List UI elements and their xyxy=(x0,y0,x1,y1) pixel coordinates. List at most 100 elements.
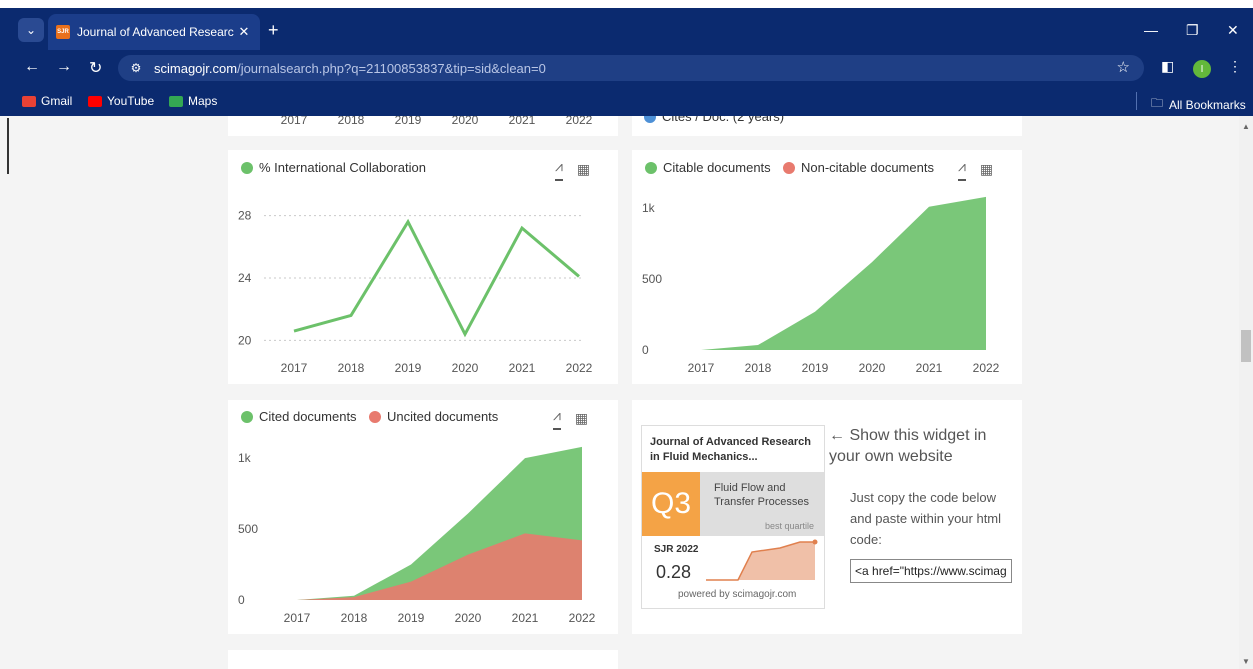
scimago-favicon-icon: SJR xyxy=(56,25,70,39)
powered-by[interactable]: powered by scimagojr.com xyxy=(678,589,796,600)
bookmark-maps[interactable]: Maps xyxy=(169,94,217,108)
x-tick-label: 2019 xyxy=(802,361,829,375)
browser-tab[interactable]: SJR Journal of Advanced Research i ✕ xyxy=(48,14,260,50)
widget-category-box: Fluid Flow and Transfer Processes best q… xyxy=(700,472,824,536)
tab-bar: ⌄ SJR Journal of Advanced Research i ✕ +… xyxy=(0,8,1253,50)
sjr-label: SJR 2022 xyxy=(654,544,699,555)
site-info-icon[interactable]: ⚙ xyxy=(124,61,148,75)
bookmark-label: YouTube xyxy=(107,94,155,108)
new-tab-button[interactable]: + xyxy=(268,20,279,41)
x-tick-label: 2019 xyxy=(395,361,422,375)
cited-docs-chart: 0 500 1k 2017 2018 2019 2020 2021 2022 xyxy=(238,446,596,625)
series-area-citable-documents xyxy=(701,196,986,350)
back-icon[interactable]: ← xyxy=(24,58,40,76)
citable-docs-chart: 0 500 1k 2017 2018 2019 2020 2021 2022 xyxy=(642,196,1000,375)
page-content xyxy=(0,116,1239,669)
widget-show-text: ← Show this widget in your own website xyxy=(829,427,987,465)
partial-year-label: 2022 xyxy=(566,116,593,127)
x-tick-label: 2021 xyxy=(509,361,536,375)
sjr-widget[interactable]: Journal of Advanced Research in Fluid Me… xyxy=(641,425,825,609)
widget-code-field[interactable]: <a href="https://www.scimag xyxy=(850,559,1012,583)
y-tick-label: 28 xyxy=(238,209,252,223)
bookmark-label: Maps xyxy=(188,94,218,108)
x-tick-label: 2017 xyxy=(688,361,715,375)
bookmark-star-icon[interactable]: ☆ xyxy=(1117,58,1130,76)
restore-icon[interactable]: ❐ xyxy=(1186,22,1199,39)
partial-chart-card-bottom xyxy=(228,650,618,669)
intl-collab-chart: 20 24 28 2017 2018 2019 2020 2021 2022 xyxy=(238,209,593,375)
best-quartile-label: best quartile xyxy=(764,521,814,531)
tab-close-icon[interactable]: ✕ xyxy=(234,24,254,40)
x-tick-label: 2020 xyxy=(455,611,482,625)
tab-title: Journal of Advanced Research i xyxy=(77,25,234,39)
page-scrollbar[interactable] xyxy=(1239,116,1253,669)
y-tick-label: 0 xyxy=(238,593,245,607)
y-tick-label: 0 xyxy=(642,343,649,357)
partial-legend: Cites / Doc. (2 years) xyxy=(644,116,784,124)
intl-collab-chart-card: % International Collaboration ⩘ ▦ 20 24 28… xyxy=(228,150,618,384)
partial-year-label: 2018 xyxy=(338,116,365,127)
widget-journal-title: Journal of Advanced Research in Fluid Me… xyxy=(650,436,811,463)
scrollbar-thumb[interactable] xyxy=(1241,330,1251,362)
partial-year-label: 2019 xyxy=(395,116,422,127)
bookmark-youtube[interactable]: YouTube xyxy=(88,94,154,108)
minimize-icon[interactable]: — xyxy=(1144,22,1158,38)
sparkline-end-dot xyxy=(812,539,818,545)
side-panel-icon[interactable]: ◧ xyxy=(1161,58,1174,75)
x-tick-label: 2017 xyxy=(281,361,308,375)
navigation-bar: ← → ↻ ⚙ scimagojr.com/journalsearch.php?… xyxy=(0,50,1253,86)
x-tick-label: 2018 xyxy=(341,611,368,625)
url-host: scimagojr.com xyxy=(154,60,238,76)
y-tick-label: 500 xyxy=(642,272,662,286)
bookmark-label: Gmail xyxy=(41,94,73,108)
y-tick-label: 1k xyxy=(238,451,252,465)
youtube-icon xyxy=(88,95,102,107)
forward-icon[interactable]: → xyxy=(56,58,72,76)
sparkline-area xyxy=(706,542,815,580)
partial-year-axis: 2017 2018 2019 2020 2021 2022 xyxy=(281,116,593,127)
x-tick-label: 2022 xyxy=(973,361,1000,375)
tab-search-button[interactable]: ⌄ xyxy=(18,18,44,42)
url-path: /journalsearch.php?q=21100853837&tip=sid… xyxy=(237,60,546,76)
partial-year-label: 2020 xyxy=(452,116,479,127)
y-tick-label: 500 xyxy=(238,522,258,536)
y-tick-label: 1k xyxy=(642,201,656,215)
bookmarks-separator xyxy=(1136,92,1137,110)
bookmarks-bar: Gmail YouTube Maps 🗀 All Bookmarks xyxy=(0,86,1253,116)
partial-legend-label: Cites / Doc. (2 years) xyxy=(662,116,785,124)
series-line-intl-collab xyxy=(293,218,580,338)
page-left-marker xyxy=(7,118,9,174)
bookmark-gmail[interactable]: Gmail xyxy=(22,94,72,108)
all-bookmarks-label: All Bookmarks xyxy=(1169,97,1246,112)
sjr-value: 0.28 xyxy=(656,562,692,582)
reload-icon[interactable]: ↻ xyxy=(89,58,102,78)
partial-chart-card-right: Cites / Doc. (2 years) xyxy=(632,116,1022,136)
x-tick-label: 2018 xyxy=(745,361,772,375)
partial-chart-card-left: 2017 2018 2019 2020 2021 2022 xyxy=(228,116,618,136)
partial-year-label: 2021 xyxy=(509,116,536,127)
scroll-up-arrow[interactable]: ▲ xyxy=(1242,122,1250,131)
x-tick-label: 2018 xyxy=(338,361,365,375)
gmail-icon xyxy=(22,95,36,107)
x-tick-label: 2022 xyxy=(566,361,593,375)
legend-dot xyxy=(644,116,656,123)
address-bar[interactable]: ⚙ scimagojr.com/journalsearch.php?q=2110… xyxy=(118,55,1144,81)
x-tick-label: 2020 xyxy=(859,361,886,375)
cited-docs-chart-card: Cited documents Uncited documents ⩘ ▦ 05… xyxy=(228,400,618,634)
url-text: scimagojr.com/journalsearch.php?q=211008… xyxy=(154,61,546,76)
scroll-down-arrow[interactable]: ▼ xyxy=(1242,657,1250,666)
close-window-icon[interactable]: ✕ xyxy=(1227,22,1239,39)
quartile-badge: Q3 xyxy=(642,472,700,536)
folder-icon: 🗀 xyxy=(1151,96,1164,110)
x-tick-label: 2021 xyxy=(512,611,539,625)
citable-docs-chart-card: Citable documents Non-citable documents … xyxy=(632,150,1022,384)
y-tick-label: 24 xyxy=(238,271,252,285)
partial-year-label: 2017 xyxy=(281,116,308,127)
all-bookmarks[interactable]: 🗀 All Bookmarks xyxy=(1151,94,1246,115)
x-tick-label: 2017 xyxy=(284,611,311,625)
x-tick-label: 2022 xyxy=(569,611,596,625)
widget-copy-text: Just copy the code below and paste withi… xyxy=(850,490,1002,547)
widget-category: Fluid Flow and Transfer Processes xyxy=(714,482,809,508)
profile-avatar[interactable]: I xyxy=(1193,60,1211,78)
more-menu-icon[interactable]: ⋮ xyxy=(1228,58,1242,75)
